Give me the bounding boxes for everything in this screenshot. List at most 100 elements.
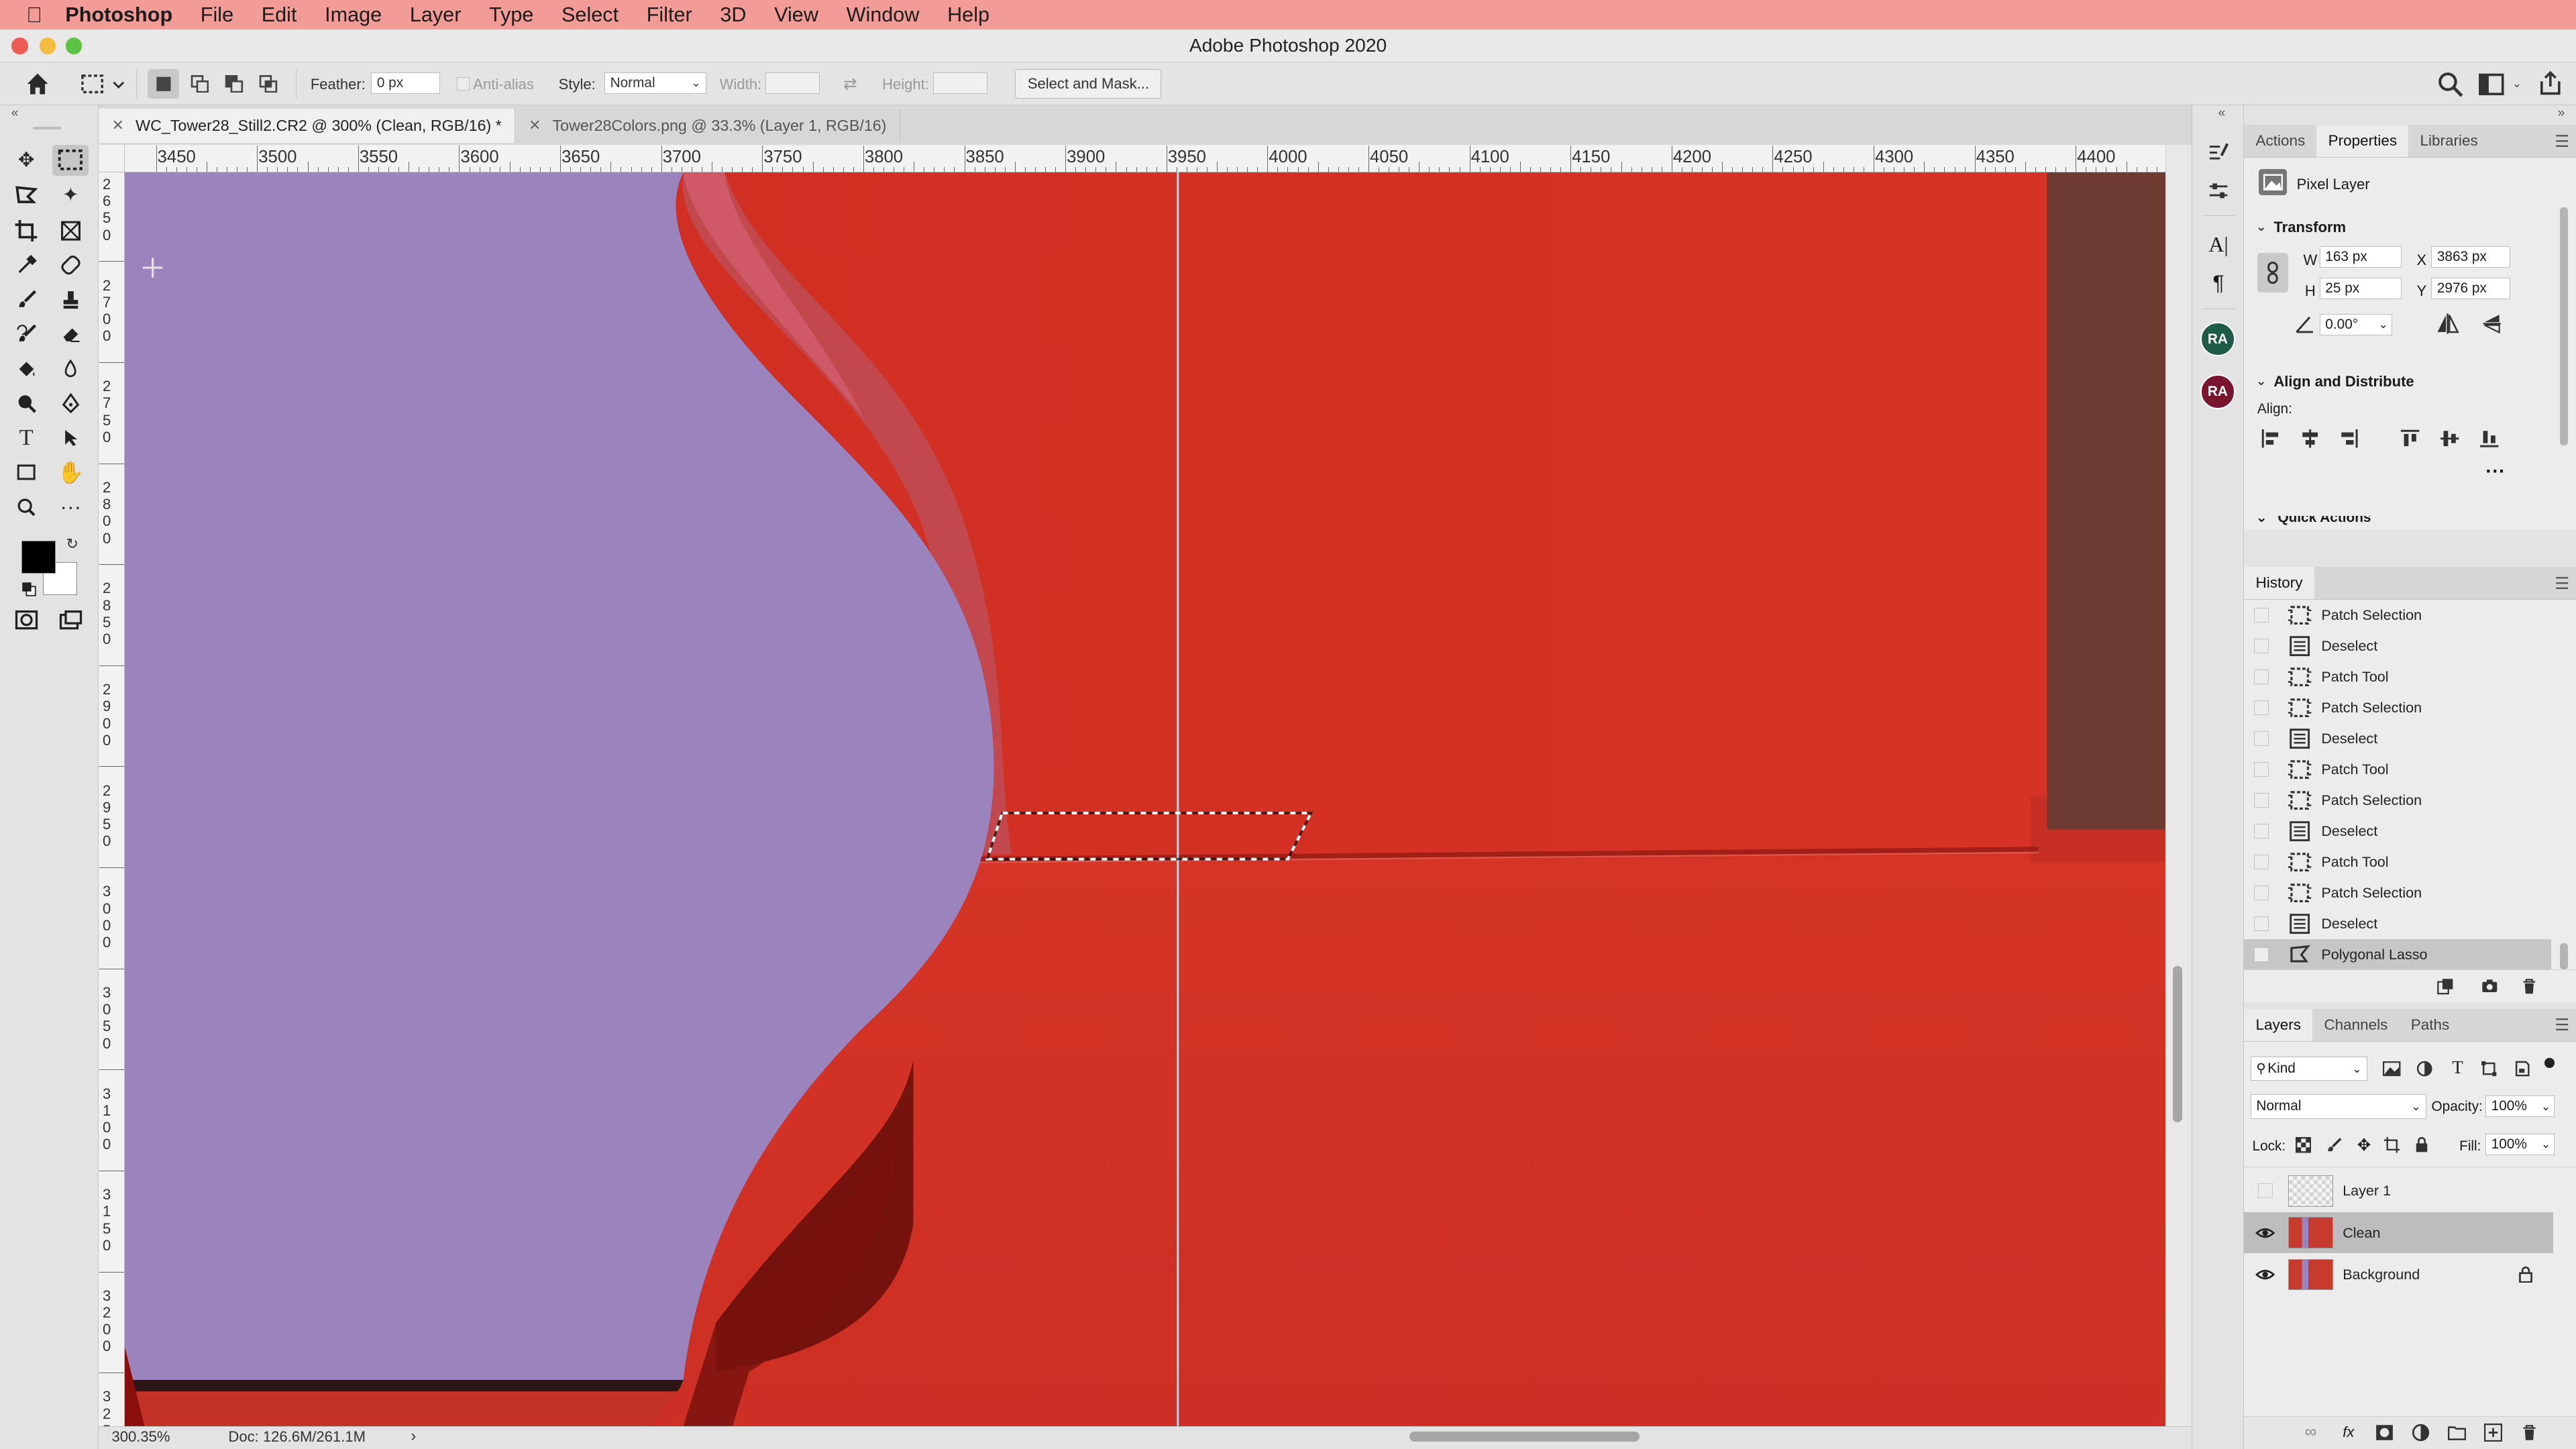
history-snapshot-checkbox[interactable] [2253,607,2269,623]
transform-section-title[interactable]: Transform [2273,219,2346,236]
layer-row[interactable]: Background [2244,1254,2553,1295]
vertical-scrollbar[interactable] [2165,144,2192,1426]
workspace-icon[interactable] [2477,70,2506,99]
history-snapshot-checkbox[interactable] [2253,731,2269,747]
history-item[interactable]: Deselect [2244,631,2551,661]
history-snapshot-checkbox[interactable] [2253,669,2269,684]
align-horizontal-center-icon[interactable] [2297,427,2323,450]
layer-row[interactable]: Layer 1 [2244,1171,2553,1212]
swap-colors-icon[interactable]: ↻ [64,535,80,552]
search-icon[interactable] [2436,70,2465,99]
close-tab-icon[interactable]: ✕ [529,117,541,134]
history-brush-tool-icon[interactable] [8,319,44,350]
align-left-icon[interactable] [2257,427,2284,450]
rectangular-marquee-tool-icon[interactable] [52,144,89,176]
new-selection-icon[interactable] [148,68,179,99]
history-item[interactable]: Patch Selection [2244,600,2551,631]
magic-wand-tool-icon[interactable]: ✦ [52,179,89,211]
filter-adjustment-icon[interactable] [2415,1060,2434,1078]
menu-window[interactable]: Window [847,3,920,27]
toolbar-grip[interactable] [32,126,61,130]
move-tool-icon[interactable]: ✥ [8,145,44,176]
history-snapshot-checkbox[interactable] [2253,824,2269,839]
zoom-level[interactable]: 300.35% [112,1428,170,1446]
eye-icon[interactable] [2255,1226,2275,1240]
dodge-tool-icon[interactable] [8,388,44,419]
menu-select[interactable]: Select [561,3,619,27]
menu-edit[interactable]: Edit [262,3,297,27]
history-item[interactable]: Deselect [2244,723,2551,754]
menu-3d[interactable]: 3D [720,3,746,27]
home-icon[interactable] [23,69,52,99]
rectangle-tool-icon[interactable] [8,457,44,488]
filter-pixel-icon[interactable] [2382,1060,2402,1078]
adjustment-layer-icon[interactable] [2410,1421,2432,1443]
height-input[interactable] [933,72,987,94]
new-group-icon[interactable] [2447,1421,2468,1443]
history-item[interactable]: Patch Tool [2244,754,2551,785]
filter-smart-object-icon[interactable] [2512,1060,2531,1078]
close-tab-icon[interactable]: ✕ [112,117,124,134]
layer-height-input[interactable]: 25 px [2319,277,2402,299]
layer-y-input[interactable]: 2976 px [2431,277,2511,299]
menu-app-name[interactable]: Photoshop [65,3,172,27]
vertical-ruler[interactable]: 2650 2700 2750 2800 2850 2900 2950 3000 3050 3100… [98,172,125,1426]
hand-tool-icon[interactable]: ✋ [52,457,89,488]
menu-view[interactable]: View [774,3,818,27]
link-layers-icon[interactable]: ∞ [2300,1421,2322,1443]
feather-input[interactable]: 0 px [371,72,441,94]
paragraph-icon[interactable]: ¶ [2202,268,2235,297]
minimize-window-button[interactable] [39,38,56,54]
tab-properties[interactable]: Properties [2316,125,2409,158]
paint-bucket-tool-icon[interactable] [8,354,44,385]
link-dimensions-icon[interactable] [2257,253,2289,292]
add-to-selection-icon[interactable] [184,69,215,99]
chevron-down-icon[interactable]: ⌄ [2509,74,2525,93]
history-snapshot-checkbox[interactable] [2253,916,2269,932]
default-colors-icon[interactable] [21,582,36,596]
more-tools-icon[interactable]: ··· [52,491,89,523]
history-snapshot-checkbox[interactable] [2253,885,2269,901]
history-item[interactable]: Patch Selection [2244,692,2551,723]
lasso-tool-icon[interactable] [8,179,44,211]
adjustments-icon[interactable] [2202,176,2235,205]
document-canvas[interactable] [125,172,2165,1426]
filter-shape-icon[interactable] [2479,1060,2499,1078]
layer-filter-select[interactable]: ⚲ Kind ⌄ [2251,1056,2367,1081]
flip-vertical-icon[interactable] [2479,312,2506,335]
layer-row[interactable]: Clean [2244,1212,2553,1254]
lock-artboard-icon[interactable] [2382,1135,2402,1155]
swap-dimensions-icon[interactable]: ⇄ [838,72,863,95]
history-item[interactable]: Patch Tool [2244,847,2551,877]
fill-input[interactable]: 100% ⌄ [2485,1133,2555,1155]
quick-mask-icon[interactable] [8,604,44,636]
foreground-color-swatch[interactable] [21,540,56,574]
align-right-icon[interactable] [2336,427,2362,450]
history-snapshot-checkbox[interactable] [2253,947,2269,963]
panel-menu-icon[interactable]: ☰ [2555,131,2569,152]
history-snapshot-checkbox[interactable] [2253,855,2269,870]
pen-tool-icon[interactable] [52,388,89,419]
menu-image[interactable]: Image [325,3,382,27]
menu-file[interactable]: File [201,3,233,27]
panel-collapse-icon[interactable]: « [5,105,24,120]
select-and-mask-button[interactable]: Select and Mask... [1015,68,1162,99]
tab-paths[interactable]: Paths [2400,1009,2461,1041]
history-item[interactable]: Deselect [2244,816,2551,847]
chevron-down-icon[interactable]: ⌄ [2255,219,2266,235]
panel-menu-icon[interactable]: ☰ [2555,574,2569,594]
chevron-right-icon[interactable]: › [411,1427,416,1446]
scrollbar-thumb[interactable] [2172,965,2183,1122]
tab-layers[interactable]: Layers [2244,1008,2313,1041]
intersect-selection-icon[interactable] [253,69,284,99]
align-section-title[interactable]: Align and Distribute [2273,373,2414,390]
rotation-angle-input[interactable]: 0.00° ⌄ [2319,313,2392,335]
lock-position-icon[interactable]: ✥ [2354,1135,2373,1155]
menu-layer[interactable]: Layer [410,3,462,27]
lock-transparent-pixels-icon[interactable] [2294,1135,2313,1155]
tab-libraries[interactable]: Libraries [2408,125,2489,157]
history-snapshot-checkbox[interactable] [2253,793,2269,808]
history-snapshot-checkbox[interactable] [2253,762,2269,777]
user-avatar[interactable]: RA [2200,374,2235,409]
filter-toggle-icon[interactable] [2544,1058,2555,1068]
